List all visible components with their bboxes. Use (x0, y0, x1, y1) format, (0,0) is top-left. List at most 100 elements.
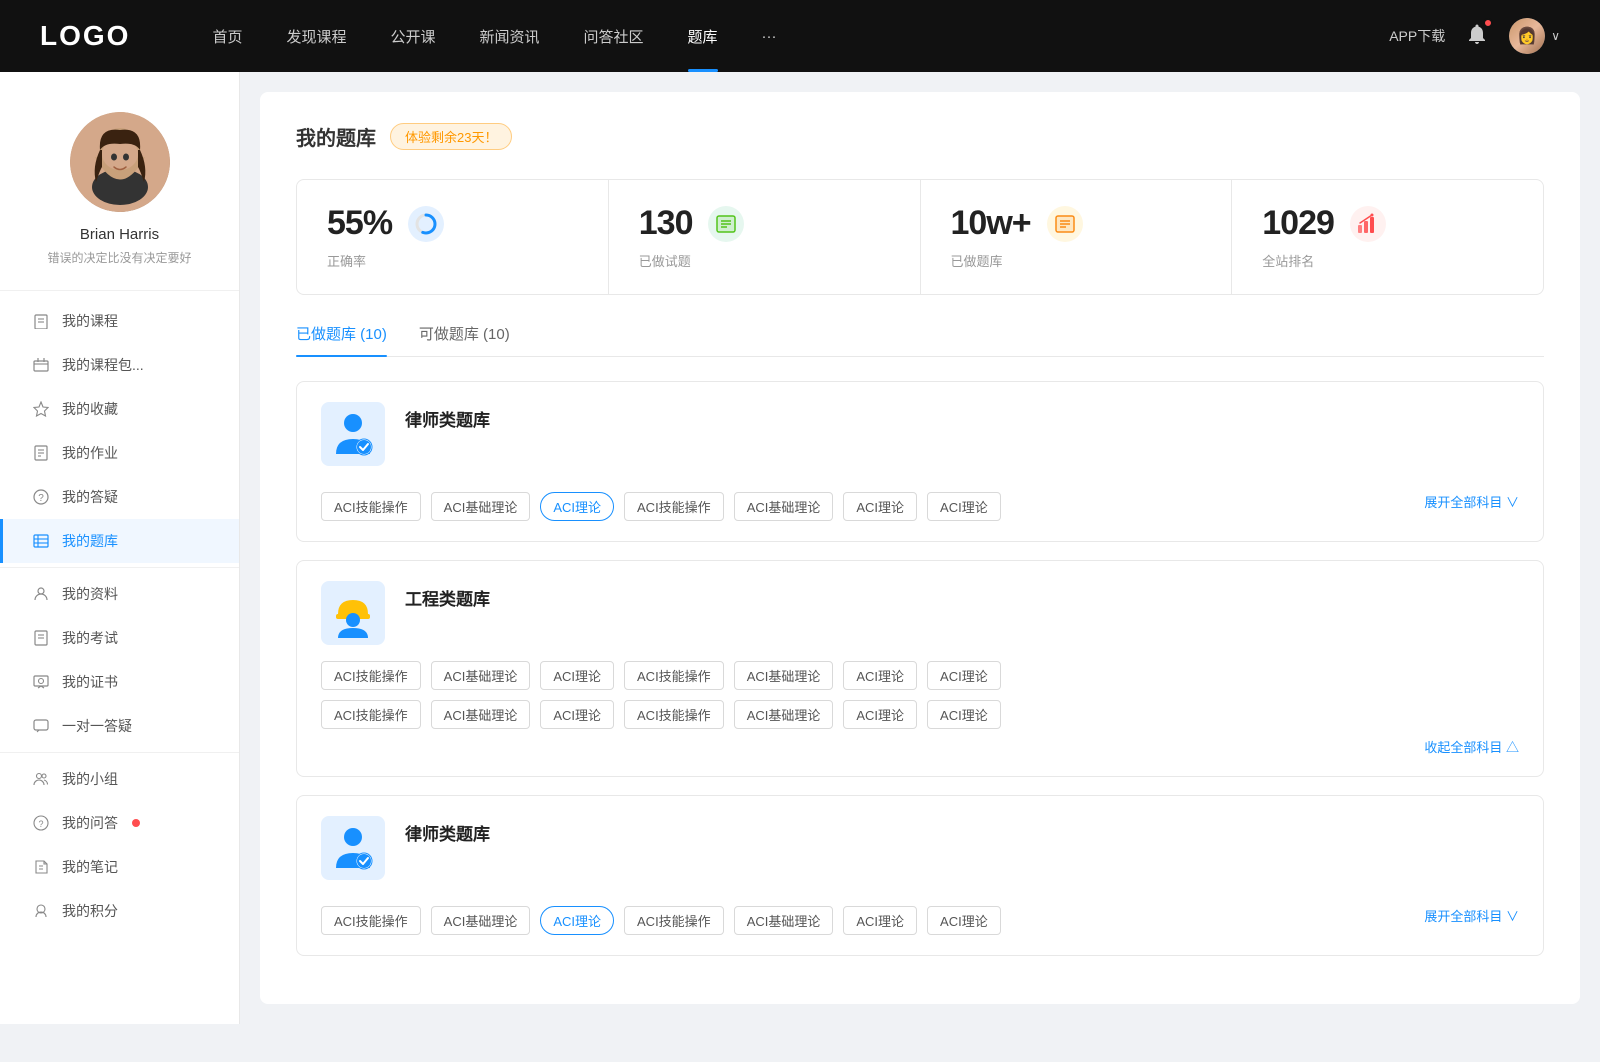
notification-bell[interactable] (1465, 22, 1489, 51)
nav-item-questions[interactable]: 题库 (666, 0, 740, 72)
avatar-face: 👩 (1509, 18, 1545, 54)
tag[interactable]: ACI技能操作 (321, 661, 421, 690)
homework-icon (32, 444, 50, 462)
tag[interactable]: ACI技能操作 (624, 661, 724, 690)
sidebar-item-label: 我的资料 (62, 584, 118, 604)
exam-icon (32, 629, 50, 647)
sidebar-item-my-qa[interactable]: ? 我的问答 (0, 801, 239, 845)
tag[interactable]: ACI理论 (927, 492, 1001, 521)
tag[interactable]: ACI基础理论 (431, 700, 531, 729)
collapse-link[interactable]: 收起全部科目 △ (321, 737, 1519, 756)
tag[interactable]: ACI基础理论 (431, 906, 531, 935)
tag[interactable]: ACI基础理论 (431, 492, 531, 521)
nav-item-news[interactable]: 新闻资讯 (458, 0, 562, 72)
qbank-header: 工程类题库 (321, 581, 1519, 645)
tags-row-lawyer2: ACI技能操作 ACI基础理论 ACI理论 ACI技能操作 ACI基础理论 AC… (321, 906, 1414, 935)
sidebar-item-my-group[interactable]: 我的小组 (0, 757, 239, 801)
nav-item-home[interactable]: 首页 (190, 0, 264, 72)
star-icon (32, 400, 50, 418)
tag[interactable]: ACI理论 (843, 492, 917, 521)
tag[interactable]: ACI技能操作 (321, 700, 421, 729)
content-area: 我的题库 体验剩余23天！ 55% 正确率 13 (260, 92, 1580, 1004)
qbank-info: 律师类题库 (405, 816, 490, 845)
sidebar-item-label: 我的答疑 (62, 487, 118, 507)
tag[interactable]: ACI基础理论 (734, 661, 834, 690)
tag[interactable]: ACI理论 (843, 906, 917, 935)
tag[interactable]: ACI理论 (540, 661, 614, 690)
sidebar-item-label: 我的小组 (62, 769, 118, 789)
svg-text:?: ? (38, 493, 44, 504)
tag[interactable]: ACI技能操作 (321, 492, 421, 521)
sidebar-item-questions-qa[interactable]: ? 我的答疑 (0, 475, 239, 519)
sidebar-item-my-exams[interactable]: 我的考试 (0, 616, 239, 660)
tag[interactable]: ACI技能操作 (624, 700, 724, 729)
sidebar-item-label: 我的课程 (62, 311, 118, 331)
sidebar-menu: 我的课程 我的课程包... 我的收藏 我的作业 (0, 291, 239, 933)
progress-icon (408, 206, 444, 242)
chat-icon (32, 717, 50, 735)
tag[interactable]: ACI理论 (927, 700, 1001, 729)
group-icon (32, 770, 50, 788)
trial-badge: 体验剩余23天！ (390, 123, 512, 150)
tag-active[interactable]: ACI理论 (540, 906, 614, 935)
user-avatar-menu[interactable]: 👩 ∨ (1509, 18, 1560, 54)
tag[interactable]: ACI技能操作 (624, 906, 724, 935)
nav-menu: 首页 发现课程 公开课 新闻资讯 问答社区 题库 ··· (190, 0, 1389, 72)
tag[interactable]: ACI基础理论 (734, 492, 834, 521)
stat-top: 1029 (1262, 204, 1513, 243)
nav-item-more[interactable]: ··· (740, 0, 799, 72)
tag[interactable]: ACI技能操作 (624, 492, 724, 521)
sidebar-item-label: 一对一答疑 (62, 716, 132, 736)
tag[interactable]: ACI基础理论 (734, 906, 834, 935)
stat-value-accuracy: 55% (327, 204, 392, 243)
tag[interactable]: ACI技能操作 (321, 906, 421, 935)
sidebar-item-my-notes[interactable]: 我的笔记 (0, 845, 239, 889)
svg-text:?: ? (38, 819, 43, 829)
chevron-down-icon: ∨ (1551, 29, 1560, 43)
tag[interactable]: ACI理论 (927, 906, 1001, 935)
sidebar-item-my-courses[interactable]: 我的课程 (0, 299, 239, 343)
tag[interactable]: ACI基础理论 (734, 700, 834, 729)
tabs-row: 已做题库 (10) 可做题库 (10) (296, 323, 1544, 357)
tag-active[interactable]: ACI理论 (540, 492, 614, 521)
page-title: 我的题库 (296, 122, 376, 151)
tag[interactable]: ACI基础理论 (431, 661, 531, 690)
stat-value-banks: 10w+ (951, 204, 1031, 243)
cert-icon (32, 673, 50, 691)
tab-available-banks[interactable]: 可做题库 (10) (419, 323, 510, 356)
profile-motto: 错误的决定比没有决定要好 (47, 249, 191, 266)
nav-item-discover[interactable]: 发现课程 (264, 0, 368, 72)
notes-icon (32, 858, 50, 876)
tag[interactable]: ACI理论 (843, 700, 917, 729)
expand-link-2[interactable]: 展开全部科目 ∨ (1424, 906, 1519, 925)
sidebar-item-one-on-one[interactable]: 一对一答疑 (0, 704, 239, 748)
stat-value-done: 130 (639, 204, 693, 243)
qbank-info: 工程类题库 (405, 581, 490, 610)
qbank-header: 律师类题库 (321, 402, 1519, 466)
sidebar-item-my-qbank[interactable]: 我的题库 (0, 519, 239, 563)
done-banks-icon (1047, 206, 1083, 242)
qa-icon: ? (32, 488, 50, 506)
sidebar-item-my-points[interactable]: 我的积分 (0, 889, 239, 933)
tag[interactable]: ACI理论 (927, 661, 1001, 690)
sidebar-item-course-packages[interactable]: 我的课程包... (0, 343, 239, 387)
sidebar-item-favorites[interactable]: 我的收藏 (0, 387, 239, 431)
sidebar-item-my-certs[interactable]: 我的证书 (0, 660, 239, 704)
nav-item-qa[interactable]: 问答社区 (562, 0, 666, 72)
stat-label-done: 已做试题 (639, 251, 890, 270)
tag[interactable]: ACI理论 (843, 661, 917, 690)
sidebar-item-label: 我的积分 (62, 901, 118, 921)
sidebar-item-label: 我的作业 (62, 443, 118, 463)
lawyer-icon (321, 402, 385, 466)
course-icon (32, 312, 50, 330)
expand-link-1[interactable]: 展开全部科目 ∨ (1424, 492, 1519, 511)
logo[interactable]: LOGO (40, 20, 130, 52)
sidebar-item-my-profile[interactable]: 我的资料 (0, 572, 239, 616)
tag[interactable]: ACI理论 (540, 700, 614, 729)
stat-top: 10w+ (951, 204, 1202, 243)
tab-done-banks[interactable]: 已做题库 (10) (296, 323, 387, 356)
app-download-button[interactable]: APP下载 (1389, 26, 1445, 46)
stat-value-rank: 1029 (1262, 204, 1334, 243)
sidebar-item-homework[interactable]: 我的作业 (0, 431, 239, 475)
nav-item-open[interactable]: 公开课 (368, 0, 457, 72)
